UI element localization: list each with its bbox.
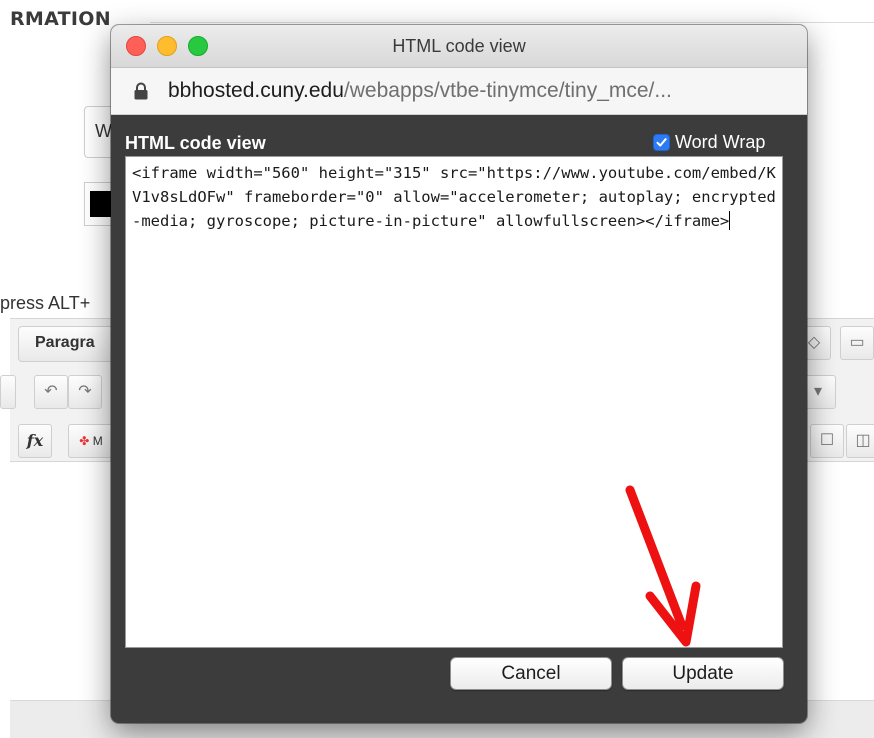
table-split-icon[interactable]: ◫ xyxy=(846,424,874,458)
window-title: HTML code view xyxy=(392,36,526,56)
url-text: bbhosted.cuny.edu/webapps/vtbe-tinymce/t… xyxy=(168,79,672,103)
update-button[interactable]: Update xyxy=(622,657,784,690)
dialog-title: HTML code view xyxy=(125,133,266,153)
word-wrap-label: Word Wrap xyxy=(675,132,766,152)
background-text-field-value: W xyxy=(95,121,112,141)
address-bar[interactable]: bbhosted.cuny.edu/webapps/vtbe-tinymce/t… xyxy=(111,68,807,115)
url-path: /webapps/vtbe-tinymce/tiny_mce/... xyxy=(343,79,672,102)
url-host: bbhosted.cuny.edu xyxy=(168,79,344,102)
section-title: RMATION xyxy=(10,8,111,30)
red-arrow-icon xyxy=(625,485,701,647)
accessibility-hint-text: press ALT+ xyxy=(0,293,91,313)
word-wrap-option[interactable]: Word Wrap xyxy=(653,131,785,153)
mashups-button[interactable]: ✤ M xyxy=(68,424,114,458)
lock-icon xyxy=(134,82,148,100)
zoom-window-button[interactable] xyxy=(188,36,208,56)
html-code-content: <iframe width="560" height="315" src="ht… xyxy=(132,164,776,230)
cancel-button[interactable]: Cancel xyxy=(450,657,612,690)
checkmark-icon xyxy=(656,138,667,147)
minimize-window-button[interactable] xyxy=(157,36,177,56)
word-wrap-checkbox[interactable] xyxy=(653,134,670,151)
mashups-icon: ✤ xyxy=(79,434,90,448)
preview-icon[interactable]: ▭ xyxy=(840,326,874,360)
table-cell-icon[interactable]: ☐ xyxy=(810,424,844,458)
format-dropdown-label: Paragra xyxy=(35,334,95,351)
section-divider xyxy=(150,22,874,23)
math-formula-icon[interactable]: fx xyxy=(18,424,52,458)
text-caret xyxy=(729,211,731,230)
undo-icon[interactable]: ↶ xyxy=(34,375,68,409)
toolbar-button-partial[interactable] xyxy=(0,375,16,409)
window-titlebar[interactable]: HTML code view xyxy=(111,25,807,68)
close-window-button[interactable] xyxy=(126,36,146,56)
mashups-label: M xyxy=(92,434,103,448)
redo-icon[interactable]: ↷ xyxy=(68,375,102,409)
